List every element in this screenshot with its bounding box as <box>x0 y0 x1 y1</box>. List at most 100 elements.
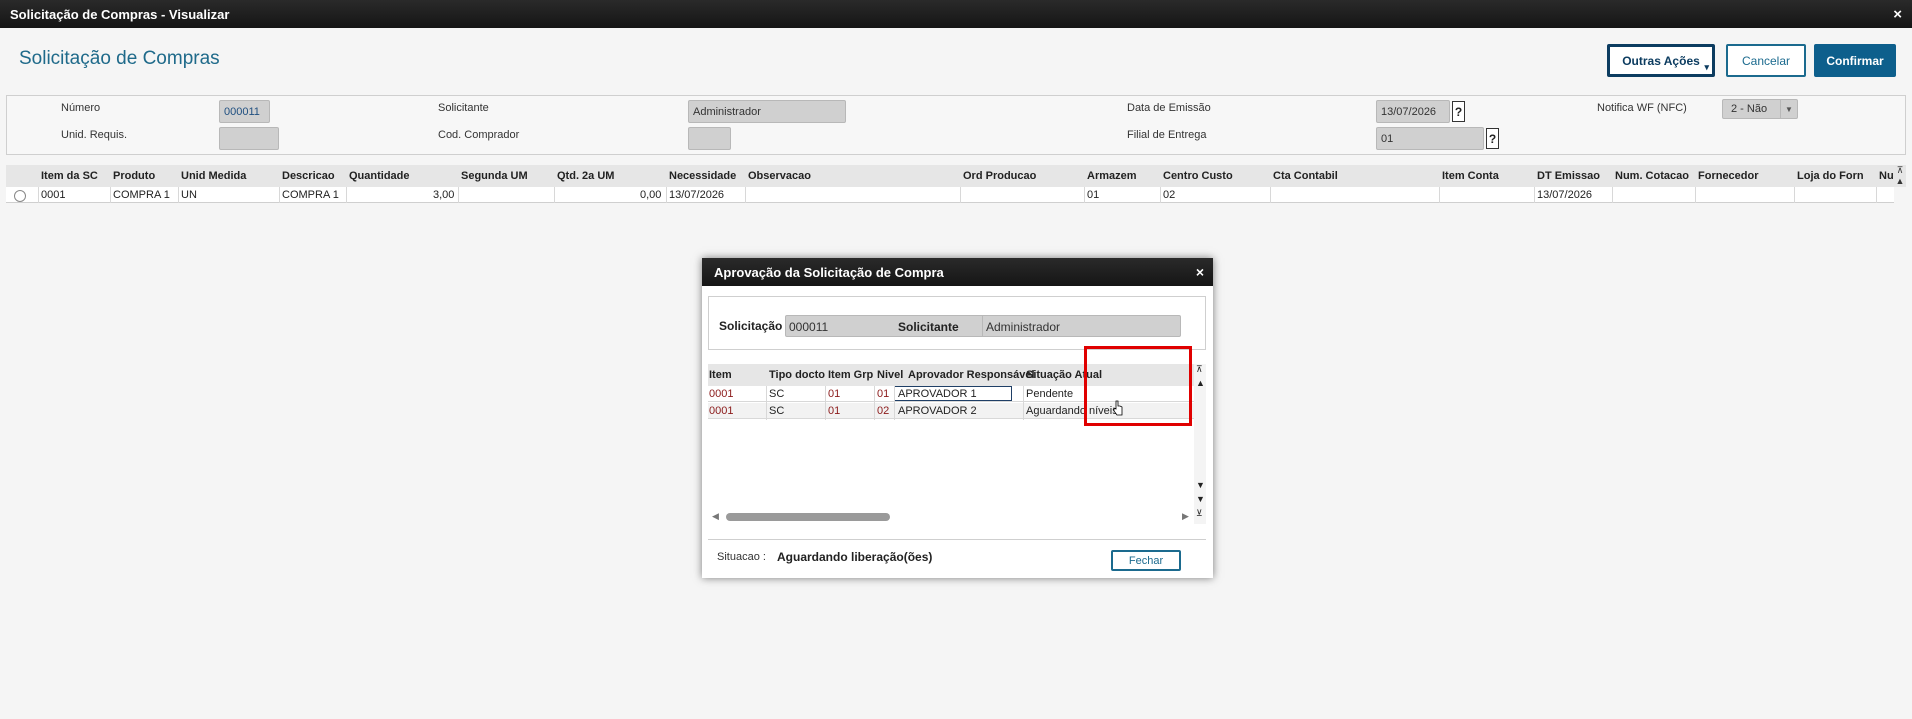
cell[interactable]: 01 <box>828 388 840 400</box>
filial-help-button[interactable]: ? <box>1486 128 1499 149</box>
notifica-value: 2 - Não <box>1731 103 1768 115</box>
col-header[interactable]: Loja do Forn <box>1797 170 1864 182</box>
cell[interactable]: 0001 <box>709 388 733 400</box>
numero-label: Número <box>61 102 101 114</box>
outras-acoes-label: Outras Ações <box>1622 53 1700 68</box>
col-header[interactable]: Qtd. 2a UM <box>557 170 614 182</box>
solicitacao-label: Solicitação <box>719 319 783 333</box>
scroll-up-icon[interactable]: ▲ <box>1894 176 1906 186</box>
cell[interactable]: SC <box>769 405 784 417</box>
notifica-label: Notifica WF (NFC) <box>1597 102 1687 114</box>
col-header[interactable]: DT Emissao <box>1537 170 1600 182</box>
col-header[interactable]: Observacao <box>748 170 811 182</box>
unid-requis-label: Unid. Requis. <box>61 129 128 141</box>
numero-field[interactable]: 000011 <box>219 100 270 123</box>
cell[interactable]: SC <box>769 388 784 400</box>
cell[interactable]: APROVADOR 2 <box>898 405 977 417</box>
grid-header: Item da SC Produto Unid Medida Descricao… <box>6 165 1906 187</box>
cell[interactable]: 01 <box>828 405 840 417</box>
approval-grid-horizontal-scrollbar[interactable]: ◀ ▶ <box>712 511 1192 522</box>
approval-grid-header: Item Tipo docto Item Grp Nivel Aprovador… <box>708 364 1194 386</box>
scroll-top-icon[interactable]: ⊼ <box>1196 364 1203 375</box>
col-header[interactable]: Tipo docto <box>769 369 825 381</box>
close-icon[interactable]: × <box>1893 6 1902 23</box>
cell[interactable]: 13/07/2026 <box>1537 189 1592 202</box>
row-select-radio[interactable] <box>14 190 26 202</box>
situacao-value: Aguardando liberação(ões) <box>777 550 933 564</box>
solicitacao-value: 000011 <box>789 320 829 334</box>
cell[interactable]: 0001 <box>41 189 65 202</box>
cell[interactable]: UN <box>181 189 197 202</box>
col-header[interactable]: Item Grp <box>828 369 873 381</box>
cell[interactable]: 01 <box>877 388 889 400</box>
col-header[interactable]: Necessidade <box>669 170 736 182</box>
dialog-title: Aprovação da Solicitação de Compra <box>714 264 944 280</box>
cell[interactable]: COMPRA 1 <box>113 189 170 202</box>
cell[interactable]: 02 <box>1163 189 1175 202</box>
cell[interactable]: COMPRA 1 <box>282 189 339 202</box>
cell[interactable]: 3,00 <box>433 189 454 202</box>
scroll-down-icon[interactable]: ▼ <box>1196 494 1205 504</box>
cell[interactable]: 0001 <box>709 405 733 417</box>
col-header[interactable]: Produto <box>113 170 155 182</box>
caret-down-icon: ▾ <box>1704 62 1709 72</box>
col-header[interactable]: Item Conta <box>1442 170 1499 182</box>
cell[interactable]: Aguardando níveis <box>1026 405 1118 417</box>
confirm-button[interactable]: Confirmar <box>1814 44 1896 77</box>
situacao-label: Situacao : <box>717 551 766 563</box>
solicitante-label: Solicitante <box>898 320 959 334</box>
solicitacao-field[interactable]: 000011 Solicitante Administrador <box>785 315 1181 337</box>
unid-requis-field[interactable] <box>219 127 279 150</box>
col-header[interactable]: Fornecedor <box>1698 170 1759 182</box>
outras-acoes-button[interactable]: Outras Ações ▾ <box>1607 44 1715 77</box>
scroll-top-icon[interactable]: ⊼ <box>1894 165 1906 176</box>
scroll-up-icon[interactable]: ▲ <box>1196 378 1205 388</box>
col-header[interactable]: Situação Atual <box>1026 369 1102 381</box>
scroll-down-icon[interactable]: ▼ <box>1196 480 1205 490</box>
data-emissao-label: Data de Emissão <box>1127 102 1211 114</box>
col-header[interactable]: Item da SC <box>41 170 98 182</box>
table-row[interactable]: 0001 COMPRA 1 UN COMPRA 1 3,00 0,00 13/0… <box>6 187 1894 203</box>
data-emissao-help-button[interactable]: ? <box>1452 101 1465 122</box>
close-icon[interactable]: × <box>1196 264 1204 280</box>
cell[interactable]: 01 <box>1087 189 1099 202</box>
cell[interactable]: 13/07/2026 <box>669 189 724 202</box>
window-title: Solicitação de Compras - Visualizar <box>10 6 230 22</box>
approval-grid: Item Tipo docto Item Grp Nivel Aprovador… <box>708 364 1206 524</box>
scroll-thumb[interactable] <box>726 513 890 521</box>
col-header[interactable]: Nu <box>1879 170 1894 182</box>
cell[interactable]: APROVADOR 1 <box>894 386 1012 401</box>
filial-label: Filial de Entrega <box>1127 129 1207 141</box>
solicitante-value: Administrador <box>986 320 1061 334</box>
col-header[interactable]: Item <box>709 369 732 381</box>
col-header[interactable]: Unid Medida <box>181 170 246 182</box>
cell[interactable]: 02 <box>877 405 889 417</box>
scroll-right-icon[interactable]: ▶ <box>1182 511 1189 522</box>
grid-vertical-scrollbar[interactable]: ⊼ ▲ <box>1894 165 1906 203</box>
col-header[interactable]: Quantidade <box>349 170 410 182</box>
cod-comprador-label: Cod. Comprador <box>438 129 520 141</box>
items-grid: Item da SC Produto Unid Medida Descricao… <box>6 165 1906 205</box>
col-header[interactable]: Centro Custo <box>1163 170 1233 182</box>
page-title: Solicitação de Compras <box>19 48 220 69</box>
cell[interactable]: Pendente <box>1026 388 1073 400</box>
cell[interactable]: 0,00 <box>640 189 661 202</box>
filial-field[interactable]: 01 <box>1376 127 1484 150</box>
cancel-button[interactable]: Cancelar <box>1726 44 1806 77</box>
fechar-button[interactable]: Fechar <box>1111 550 1181 571</box>
col-header[interactable]: Ord Producao <box>963 170 1036 182</box>
col-header[interactable]: Cta Contabil <box>1273 170 1338 182</box>
col-header[interactable]: Segunda UM <box>461 170 528 182</box>
notifica-select[interactable]: 2 - Não ▼ <box>1722 99 1798 119</box>
col-header[interactable]: Num. Cotacao <box>1615 170 1689 182</box>
data-emissao-field[interactable]: 13/07/2026 <box>1376 100 1450 123</box>
col-header[interactable]: Aprovador Responsável <box>908 369 1035 381</box>
cod-comprador-field[interactable] <box>688 127 731 150</box>
col-header[interactable]: Armazem <box>1087 170 1137 182</box>
col-header[interactable]: Nivel <box>877 369 903 381</box>
solicitante-field[interactable]: Administrador <box>688 100 846 123</box>
col-header[interactable]: Descricao <box>282 170 335 182</box>
approval-grid-vertical-scrollbar[interactable]: ⊼ ▲ ▼ ▼ ⊻ <box>1194 364 1206 524</box>
scroll-left-icon[interactable]: ◀ <box>712 511 719 522</box>
scroll-bottom-icon[interactable]: ⊻ <box>1196 508 1203 519</box>
